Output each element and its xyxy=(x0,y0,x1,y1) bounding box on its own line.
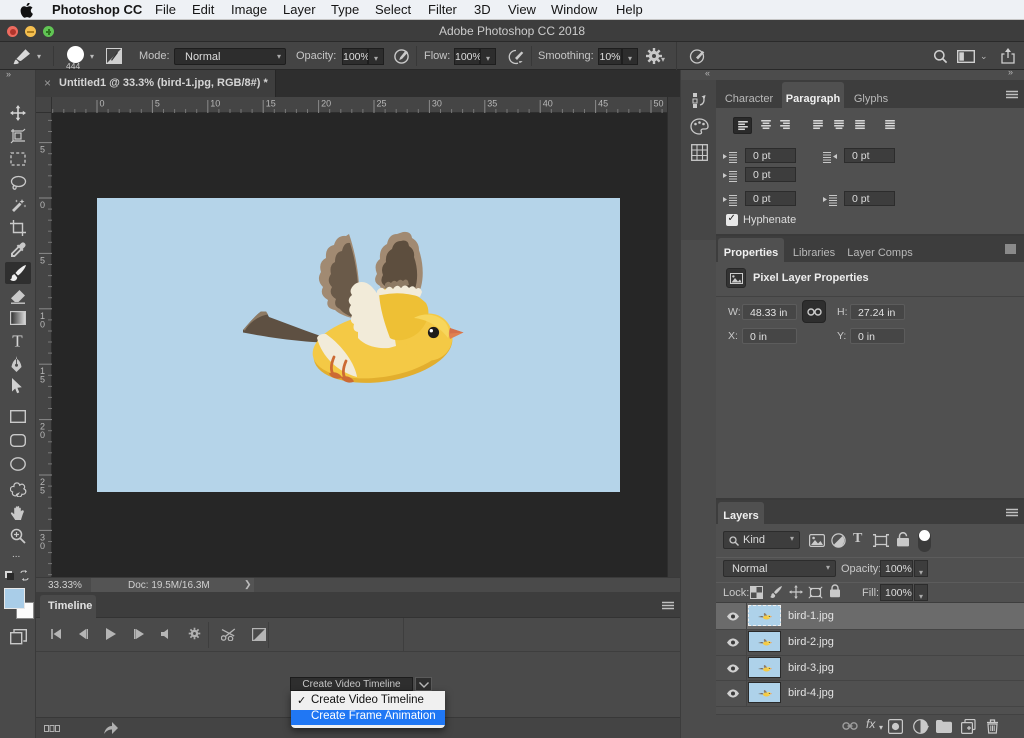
svg-text:5: 5 xyxy=(40,375,45,385)
svg-text:0: 0 xyxy=(40,430,45,440)
svg-text:25: 25 xyxy=(377,99,387,109)
svg-text:5: 5 xyxy=(40,145,45,155)
svg-text:0: 0 xyxy=(40,541,45,551)
svg-text:40: 40 xyxy=(543,99,553,109)
svg-text:35: 35 xyxy=(487,99,497,109)
svg-text:10: 10 xyxy=(210,99,220,109)
svg-text:0: 0 xyxy=(100,99,105,109)
svg-text:5: 5 xyxy=(40,255,45,265)
svg-text:5: 5 xyxy=(155,99,160,109)
svg-text:50: 50 xyxy=(654,99,664,109)
svg-text:0: 0 xyxy=(40,200,45,210)
svg-text:15: 15 xyxy=(266,99,276,109)
svg-text:T: T xyxy=(12,333,23,349)
svg-text:30: 30 xyxy=(432,99,442,109)
svg-text:20: 20 xyxy=(321,99,331,109)
svg-text:5: 5 xyxy=(40,486,45,496)
svg-text:45: 45 xyxy=(598,99,608,109)
svg-text:0: 0 xyxy=(40,319,45,329)
